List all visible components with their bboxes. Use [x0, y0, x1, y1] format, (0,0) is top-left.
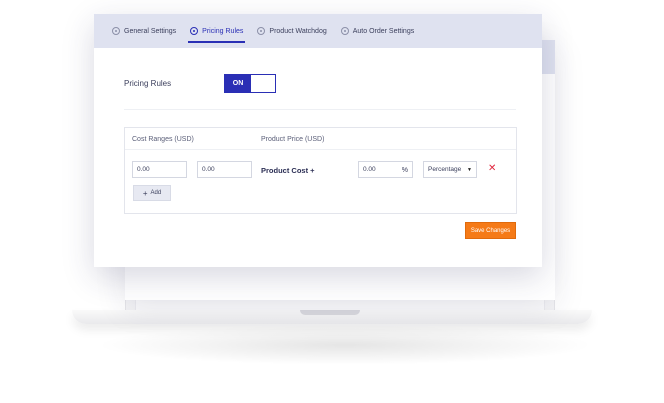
watchdog-icon — [257, 27, 266, 35]
cost-min-input[interactable]: 0.00 — [132, 161, 187, 178]
device-shadow — [95, 325, 595, 365]
pricing-rules-toggle[interactable]: ON — [224, 74, 276, 93]
add-label: Add — [150, 190, 162, 196]
pricing-rules-label: Pricing Rules — [124, 79, 172, 88]
gear-icon — [112, 27, 120, 35]
markup-input[interactable]: 0.00 % — [358, 161, 413, 178]
toggle-on-label: ON — [225, 75, 251, 92]
tab-auto-order-settings[interactable]: Auto Order Settings — [339, 14, 416, 48]
plus-icon: + — [142, 188, 148, 198]
settings-window: General Settings Pricing Rules Product W… — [94, 14, 542, 267]
percent-unit: % — [401, 167, 408, 174]
tab-label: General Settings — [124, 27, 177, 35]
cost-max-input[interactable]: 0.00 — [197, 161, 252, 178]
panel-header: Cost Ranges (USD) Product Price (USD) — [125, 128, 516, 150]
cost-ranges-header: Cost Ranges (USD) — [132, 136, 194, 143]
device-base-notch — [300, 310, 360, 315]
tab-label: Pricing Rules — [202, 27, 244, 35]
product-price-header: Product Price (USD) — [261, 136, 325, 143]
tab-general-settings[interactable]: General Settings — [110, 14, 178, 48]
tab-bar: General Settings Pricing Rules Product W… — [94, 14, 542, 48]
save-changes-button[interactable]: Save Changes — [465, 222, 516, 239]
remove-row-icon[interactable]: ✕ — [488, 164, 496, 174]
markup-type-value: Percentage — [428, 166, 462, 173]
product-cost-label: Product Cost + — [261, 166, 315, 175]
markup-value: 0.00 — [363, 166, 376, 173]
tab-label: Auto Order Settings — [352, 27, 415, 35]
tab-product-watchdog[interactable]: Product Watchdog — [255, 14, 328, 48]
pricing-rules-row: Pricing Rules ON — [124, 74, 516, 110]
chevron-down-icon: ▼ — [467, 167, 472, 173]
add-range-button[interactable]: + Add — [133, 185, 171, 201]
pricing-rules-panel: Cost Ranges (USD) Product Price (USD) 0.… — [124, 127, 517, 214]
auto-order-icon — [340, 27, 349, 35]
markup-type-select[interactable]: Percentage ▼ — [423, 161, 477, 178]
tab-label: Product Watchdog — [269, 27, 327, 35]
tab-pricing-rules[interactable]: Pricing Rules — [188, 14, 246, 48]
pricing-icon — [190, 27, 199, 35]
screenshot-stage: General Settings Pricing Rules Product W… — [0, 0, 664, 403]
